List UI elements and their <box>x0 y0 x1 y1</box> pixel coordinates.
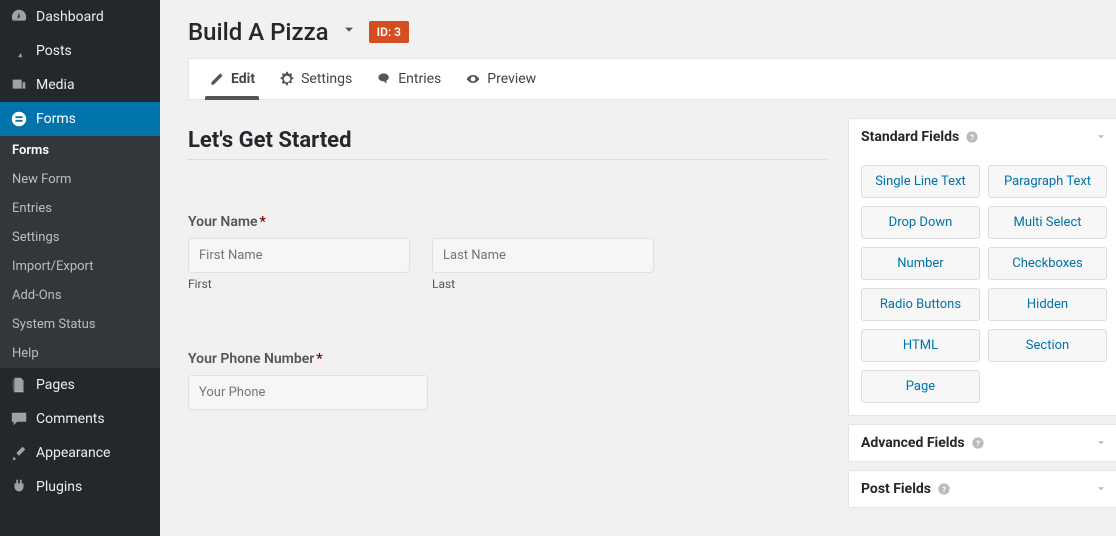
field-page[interactable]: Page <box>861 370 980 403</box>
field-multi-select[interactable]: Multi Select <box>988 206 1107 239</box>
pages-icon <box>10 376 28 394</box>
first-name-sublabel: First <box>188 277 410 291</box>
field-section[interactable]: Section <box>988 329 1107 362</box>
tab-edit[interactable]: Edit <box>197 59 267 99</box>
caret-down-icon <box>1095 437 1107 449</box>
field-hidden[interactable]: Hidden <box>988 288 1107 321</box>
field-html[interactable]: HTML <box>861 329 980 362</box>
sidebar-item-plugins[interactable]: Plugins <box>0 470 160 504</box>
sidebar-item-comments[interactable]: Comments <box>0 402 160 436</box>
panel-post-toggle[interactable]: Post Fields? <box>849 471 1116 507</box>
help-icon: ? <box>937 482 951 496</box>
sidebar-item-posts[interactable]: Posts <box>0 34 160 68</box>
submenu-import-export[interactable]: Import/Export <box>0 252 160 281</box>
submenu-help[interactable]: Help <box>0 339 160 368</box>
tab-bar: Edit Settings Entries Preview <box>188 58 1116 100</box>
field-number[interactable]: Number <box>861 247 980 280</box>
id-badge: ID: 3 <box>369 21 409 43</box>
field-radio-buttons[interactable]: Radio Buttons <box>861 288 980 321</box>
sidebar-item-media[interactable]: Media <box>0 68 160 102</box>
phone-input[interactable] <box>188 375 428 410</box>
chevron-down-icon <box>341 22 357 38</box>
form-switcher-toggle[interactable] <box>341 22 357 42</box>
field-paragraph-text[interactable]: Paragraph Text <box>988 165 1107 198</box>
submenu-settings[interactable]: Settings <box>0 223 160 252</box>
tab-entries[interactable]: Entries <box>364 59 453 99</box>
phone-label: Your Phone Number* <box>188 351 828 367</box>
divider <box>188 159 828 160</box>
sidebar-item-appearance[interactable]: Appearance <box>0 436 160 470</box>
caret-down-icon <box>1095 483 1107 495</box>
eye-icon <box>465 71 481 87</box>
form-canvas: Let's Get Started Your Name* First Last … <box>188 118 828 518</box>
svg-text:?: ? <box>976 439 980 448</box>
forms-icon <box>10 110 28 128</box>
help-icon: ? <box>971 436 985 450</box>
submenu-new-form[interactable]: New Form <box>0 165 160 194</box>
tab-preview[interactable]: Preview <box>453 59 548 99</box>
submenu-entries[interactable]: Entries <box>0 194 160 223</box>
panel-standard-fields: Standard Fields? Single Line Text Paragr… <box>848 118 1116 416</box>
brush-icon <box>10 444 28 462</box>
speech-icon <box>376 71 392 87</box>
sidebar-item-pages[interactable]: Pages <box>0 368 160 402</box>
first-name-input[interactable] <box>188 238 410 273</box>
last-name-sublabel: Last <box>432 277 654 291</box>
submenu-add-ons[interactable]: Add-Ons <box>0 281 160 310</box>
sidebar-submenu-forms: Forms New Form Entries Settings Import/E… <box>0 136 160 368</box>
page-title: Build A Pizza <box>188 18 329 46</box>
comment-icon <box>10 410 28 428</box>
last-name-input[interactable] <box>432 238 654 273</box>
panel-post-fields: Post Fields? <box>848 470 1116 508</box>
submenu-forms[interactable]: Forms <box>0 136 160 165</box>
field-drop-down[interactable]: Drop Down <box>861 206 980 239</box>
gauge-icon <box>10 8 28 26</box>
media-icon <box>10 76 28 94</box>
pencil-icon <box>209 71 225 87</box>
sidebar-item-dashboard[interactable]: Dashboard <box>0 0 160 34</box>
panel-advanced-toggle[interactable]: Advanced Fields? <box>849 425 1116 461</box>
panel-advanced-fields: Advanced Fields? <box>848 424 1116 462</box>
sidebar-item-forms[interactable]: Forms <box>0 102 160 136</box>
svg-text:?: ? <box>942 485 946 494</box>
plug-icon <box>10 478 28 496</box>
field-single-line-text[interactable]: Single Line Text <box>861 165 980 198</box>
name-label: Your Name* <box>188 214 828 230</box>
svg-text:?: ? <box>970 133 974 142</box>
pin-icon <box>10 42 28 60</box>
gear-icon <box>279 71 295 87</box>
help-icon: ? <box>965 130 979 144</box>
caret-down-icon <box>1095 131 1107 143</box>
panel-standard-toggle[interactable]: Standard Fields? <box>849 119 1116 155</box>
field-checkboxes[interactable]: Checkboxes <box>988 247 1107 280</box>
tab-settings[interactable]: Settings <box>267 59 364 99</box>
section-title: Let's Get Started <box>188 128 828 153</box>
submenu-system-status[interactable]: System Status <box>0 310 160 339</box>
